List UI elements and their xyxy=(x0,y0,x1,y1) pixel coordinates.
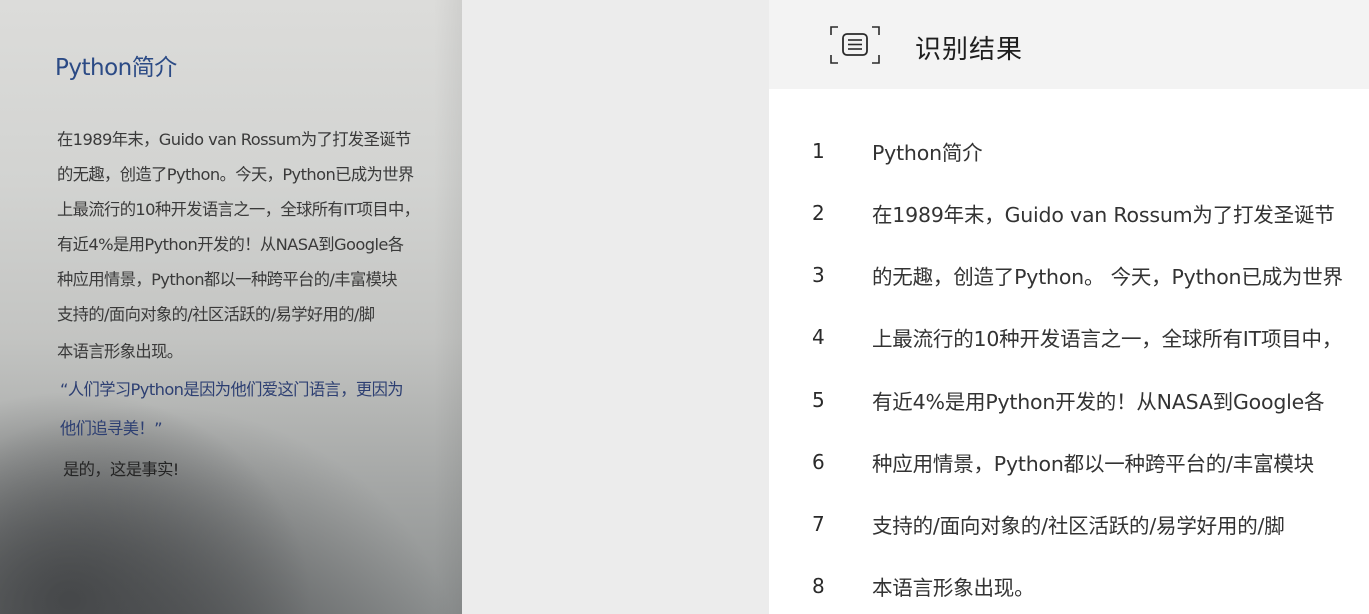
row-number: 4 xyxy=(812,325,825,349)
photo-quote-line-2: 他们追寻美！” xyxy=(60,419,163,438)
row-number: 2 xyxy=(812,201,825,225)
row-text: Python简介 xyxy=(872,141,983,165)
photo-title: Python简介 xyxy=(55,55,177,81)
result-row[interactable]: 6 种应用情景，Python都以一种跨平台的/丰富模块 xyxy=(769,431,1369,493)
row-number: 1 xyxy=(812,139,825,163)
photo-line-1: 在1989年末，Guido van Rossum为了打发圣诞节 xyxy=(57,130,411,149)
result-panel: 识别结果 1 Python简介 2 在1989年末，Guido van Ross… xyxy=(769,0,1369,614)
photo-line-3: 上最流行的10种开发语言之一，全球所有IT项目中， xyxy=(57,200,420,219)
ocr-app: Python简介 在1989年末，Guido van Rossum为了打发圣诞节… xyxy=(0,0,1369,614)
row-text: 有近4%是用Python开发的！从NASA到Google各 xyxy=(872,390,1325,414)
row-text: 种应用情景，Python都以一种跨平台的/丰富模块 xyxy=(872,452,1314,476)
row-number: 8 xyxy=(812,574,825,598)
row-text: 上最流行的10种开发语言之一，全球所有IT项目中， xyxy=(872,327,1343,351)
source-photo: Python简介 在1989年末，Guido van Rossum为了打发圣诞节… xyxy=(0,0,462,614)
row-text: 的无趣，创造了Python。 今天，Python已成为世界 xyxy=(872,265,1343,289)
divider-gap xyxy=(462,0,769,614)
result-title: 识别结果 xyxy=(915,35,1024,65)
photo-line-4: 有近4%是用Python开发的！从NASA到Google各 xyxy=(57,235,404,254)
scan-document-icon xyxy=(830,26,880,64)
photo-line-2: 的无趣，创造了Python。今天，Python已成为世界 xyxy=(57,165,414,184)
row-number: 7 xyxy=(812,512,825,536)
photo-quote-line-1: “人们学习Python是因为他们爱这门语言，更因为 xyxy=(60,380,404,399)
photo-line-6: 支持的/面向对象的/社区活跃的/易学好用的/脚 xyxy=(57,305,375,324)
row-number: 3 xyxy=(812,263,825,287)
result-row[interactable]: 5 有近4%是用Python开发的！从NASA到Google各 xyxy=(769,369,1369,431)
result-row[interactable]: 8 本语言形象出现。 xyxy=(769,555,1369,614)
row-text: 本语言形象出现。 xyxy=(872,576,1035,600)
photo-line-5: 种应用情景，Python都以一种跨平台的/丰富模块 xyxy=(57,270,398,289)
result-row[interactable]: 3 的无趣，创造了Python。 今天，Python已成为世界 xyxy=(769,244,1369,306)
row-text: 在1989年末，Guido van Rossum为了打发圣诞节 xyxy=(872,203,1335,227)
row-text: 支持的/面向对象的/社区活跃的/易学好用的/脚 xyxy=(872,514,1285,538)
result-row[interactable]: 7 支持的/面向对象的/社区活跃的/易学好用的/脚 xyxy=(769,493,1369,555)
row-number: 6 xyxy=(812,450,825,474)
result-row[interactable]: 4 上最流行的10种开发语言之一，全球所有IT项目中， xyxy=(769,306,1369,368)
photo-final-line: 是的，这是事实! xyxy=(63,460,179,479)
result-header: 识别结果 xyxy=(769,0,1369,89)
result-row[interactable]: 2 在1989年末，Guido van Rossum为了打发圣诞节 xyxy=(769,182,1369,244)
result-row[interactable]: 1 Python简介 xyxy=(769,120,1369,182)
photo-line-7: 本语言形象出现。 xyxy=(57,342,183,361)
photo-edge-shadow xyxy=(434,0,462,614)
row-number: 5 xyxy=(812,388,825,412)
